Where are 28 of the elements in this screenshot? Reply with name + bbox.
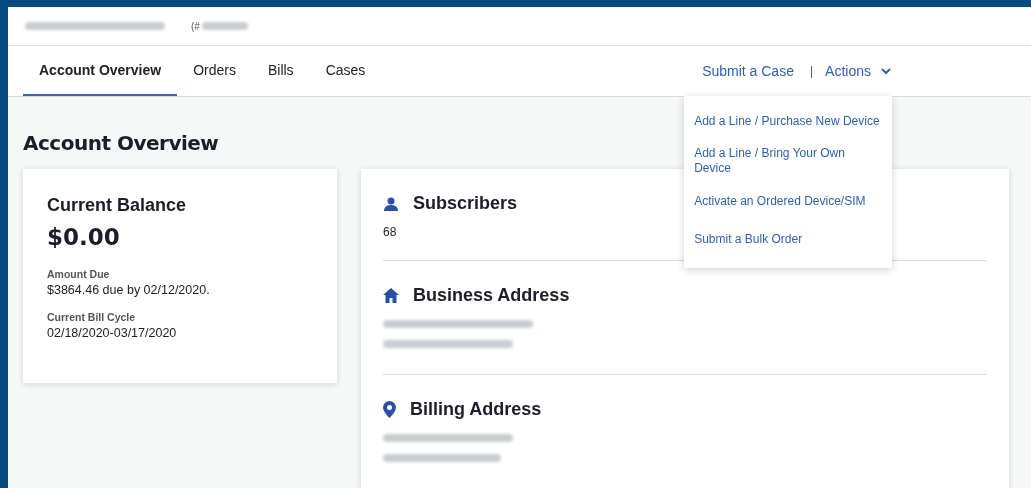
section-title: Subscribers bbox=[413, 193, 518, 214]
chevron-down-icon bbox=[881, 67, 891, 75]
field-label: Current Bill Cycle bbox=[47, 311, 137, 323]
menu-item[interactable]: Submit a Bulk Order bbox=[694, 220, 883, 258]
nav-tab[interactable]: Account Overview bbox=[23, 46, 178, 96]
field-value: 02/18/2020-03/17/2020 bbox=[47, 326, 178, 340]
card-title: Current Balance bbox=[47, 195, 188, 216]
subscriber-count: 68 bbox=[383, 225, 397, 239]
account-number-prefix: (# bbox=[191, 20, 200, 32]
location-pin-icon bbox=[383, 401, 396, 418]
separator: | bbox=[809, 64, 814, 78]
submit-case-link[interactable]: Submit a Case bbox=[702, 63, 794, 79]
menu-item[interactable]: Add a Line / Purchase New Device bbox=[694, 102, 883, 140]
field-value: $3864.46 due by 02/12/2020. bbox=[47, 283, 211, 297]
home-icon bbox=[383, 288, 399, 303]
actions-menu-button[interactable]: Actions bbox=[825, 63, 891, 79]
nav-tab[interactable]: Cases bbox=[309, 46, 382, 96]
page-title: Account Overview bbox=[23, 130, 219, 157]
menu-item[interactable]: Activate an Ordered Device/SIM bbox=[694, 182, 883, 220]
menu-item[interactable]: Add a Line / Bring Your Own Device bbox=[694, 140, 883, 182]
balance-amount: $0.00 bbox=[47, 224, 121, 250]
section-title: Business Address bbox=[413, 285, 570, 306]
nav-tab[interactable]: Orders bbox=[177, 46, 252, 96]
person-icon bbox=[383, 196, 399, 211]
nav-tab[interactable]: Bills bbox=[251, 46, 310, 96]
section-title: Billing Address bbox=[410, 399, 542, 420]
field-label: Amount Due bbox=[47, 268, 111, 280]
redacted-text bbox=[201, 22, 248, 30]
